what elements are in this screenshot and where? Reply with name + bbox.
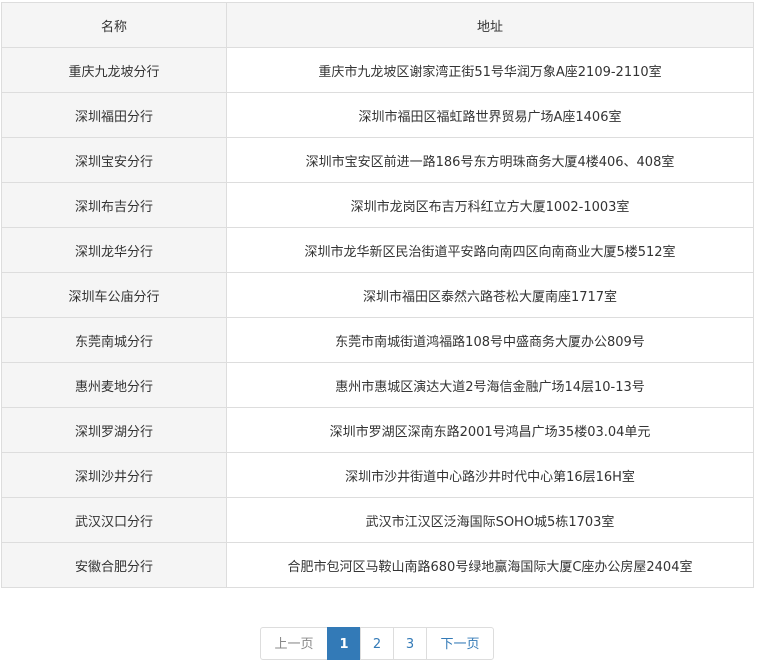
branch-name-cell: 深圳宝安分行 bbox=[1, 137, 227, 183]
branch-address-cell: 深圳市沙井街道中心路沙井时代中心第16层16H室 bbox=[226, 452, 754, 498]
branch-name-cell: 深圳福田分行 bbox=[1, 92, 227, 138]
page-1-button[interactable]: 1 bbox=[327, 627, 361, 660]
branch-name-cell: 深圳龙华分行 bbox=[1, 227, 227, 273]
table-row: 深圳福田分行 深圳市福田区福虹路世界贸易广场A座1406室 bbox=[1, 92, 754, 138]
table-body: 重庆九龙坡分行 重庆市九龙坡区谢家湾正街51号华润万象A座2109-2110室 深圳… bbox=[1, 47, 754, 588]
table-row: 深圳罗湖分行 深圳市罗湖区深南东路2001号鸿昌广场35楼03.04单元 bbox=[1, 407, 754, 453]
branch-table: 名称 地址 重庆九龙坡分行 重庆市九龙坡区谢家湾正街51号华润万象A座2109-2… bbox=[1, 2, 754, 588]
branch-address-cell: 深圳市福田区泰然六路苍松大厦南座1717室 bbox=[226, 272, 754, 318]
branch-name-cell: 深圳布吉分行 bbox=[1, 182, 227, 228]
branch-address-cell: 东莞市南城街道鸿福路108号中盛商务大厦办公809号 bbox=[226, 317, 754, 363]
pagination: 上一页 1 2 3 下一页 bbox=[260, 627, 494, 660]
branch-name-cell: 东莞南城分行 bbox=[1, 317, 227, 363]
table-row: 东莞南城分行 东莞市南城街道鸿福路108号中盛商务大厦办公809号 bbox=[1, 317, 754, 363]
branch-name-cell: 深圳车公庙分行 bbox=[1, 272, 227, 318]
table-header-row: 名称 地址 bbox=[1, 2, 754, 48]
branch-name-cell: 安徽合肥分行 bbox=[1, 542, 227, 588]
next-page-button[interactable]: 下一页 bbox=[426, 627, 494, 660]
table-row: 惠州麦地分行 惠州市惠城区演达大道2号海信金融广场14层10-13号 bbox=[1, 362, 754, 408]
table-row: 深圳布吉分行 深圳市龙岗区布吉万科红立方大厦1002-1003室 bbox=[1, 182, 754, 228]
branch-name-cell: 重庆九龙坡分行 bbox=[1, 47, 227, 93]
branch-address-cell: 深圳市罗湖区深南东路2001号鸿昌广场35楼03.04单元 bbox=[226, 407, 754, 453]
table-row: 深圳宝安分行 深圳市宝安区前进一路186号东方明珠商务大厦4楼406、408室 bbox=[1, 137, 754, 183]
branch-name-cell: 武汉汉口分行 bbox=[1, 497, 227, 543]
branch-address-cell: 深圳市宝安区前进一路186号东方明珠商务大厦4楼406、408室 bbox=[226, 137, 754, 183]
table-row: 重庆九龙坡分行 重庆市九龙坡区谢家湾正街51号华润万象A座2109-2110室 bbox=[1, 47, 754, 93]
page-2-button[interactable]: 2 bbox=[360, 627, 394, 660]
table-row: 深圳沙井分行 深圳市沙井街道中心路沙井时代中心第16层16H室 bbox=[1, 452, 754, 498]
prev-page-button[interactable]: 上一页 bbox=[260, 627, 328, 660]
branch-address-cell: 合肥市包河区马鞍山南路680号绿地赢海国际大厦C座办公房屋2404室 bbox=[226, 542, 754, 588]
branch-name-cell: 惠州麦地分行 bbox=[1, 362, 227, 408]
branch-address-cell: 深圳市龙岗区布吉万科红立方大厦1002-1003室 bbox=[226, 182, 754, 228]
branch-address-cell: 武汉市江汉区泛海国际SOHO城5栋1703室 bbox=[226, 497, 754, 543]
branch-address-cell: 深圳市福田区福虹路世界贸易广场A座1406室 bbox=[226, 92, 754, 138]
table-row: 武汉汉口分行 武汉市江汉区泛海国际SOHO城5栋1703室 bbox=[1, 497, 754, 543]
table-row: 深圳龙华分行 深圳市龙华新区民治街道平安路向南四区向南商业大厦5楼512室 bbox=[1, 227, 754, 273]
header-name: 名称 bbox=[1, 2, 227, 48]
branch-address-cell: 惠州市惠城区演达大道2号海信金融广场14层10-13号 bbox=[226, 362, 754, 408]
branch-address-cell: 深圳市龙华新区民治街道平安路向南四区向南商业大厦5楼512室 bbox=[226, 227, 754, 273]
branch-name-cell: 深圳罗湖分行 bbox=[1, 407, 227, 453]
table-row: 深圳车公庙分行 深圳市福田区泰然六路苍松大厦南座1717室 bbox=[1, 272, 754, 318]
branch-address-cell: 重庆市九龙坡区谢家湾正街51号华润万象A座2109-2110室 bbox=[226, 47, 754, 93]
header-address: 地址 bbox=[226, 2, 754, 48]
branch-name-cell: 深圳沙井分行 bbox=[1, 452, 227, 498]
table-row: 安徽合肥分行 合肥市包河区马鞍山南路680号绿地赢海国际大厦C座办公房屋2404室 bbox=[1, 542, 754, 588]
page-3-button[interactable]: 3 bbox=[393, 627, 427, 660]
